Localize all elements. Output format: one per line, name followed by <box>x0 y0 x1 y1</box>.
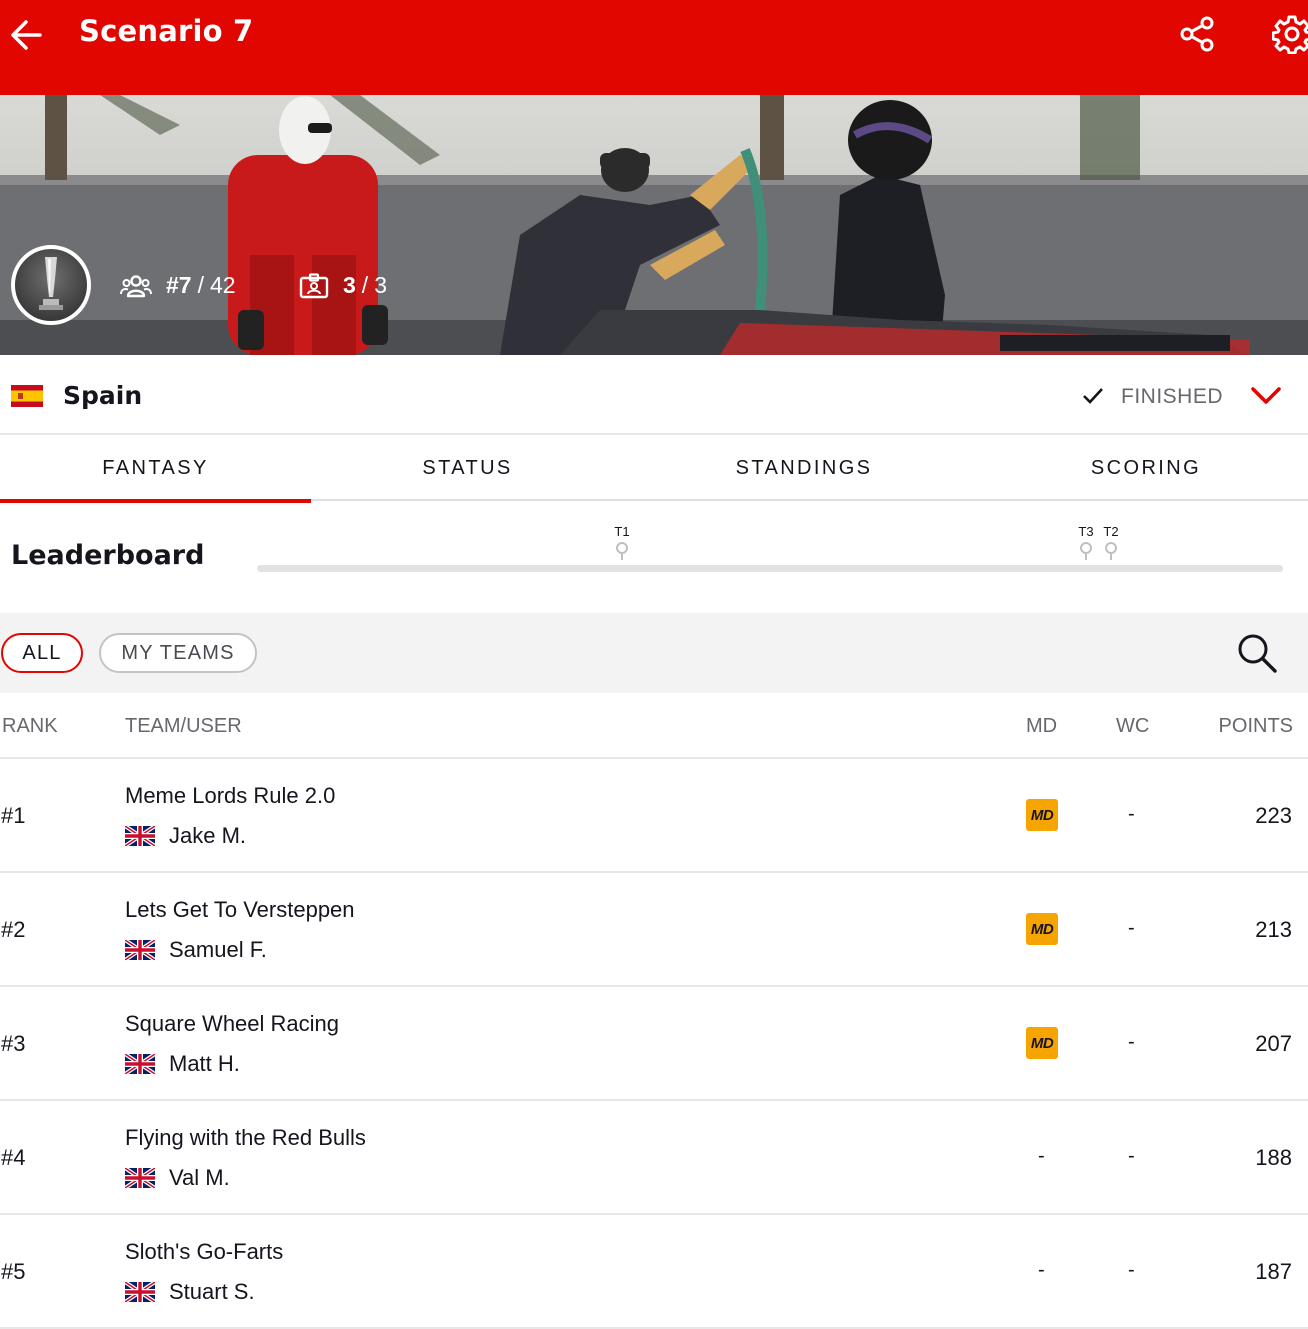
row-rank: #5 <box>1 1259 26 1284</box>
uk-flag-icon <box>125 1282 155 1302</box>
column-wc: WC <box>1116 715 1150 737</box>
row-points: 213 <box>1255 917 1292 942</box>
tab-standings[interactable]: STANDINGS <box>624 435 984 501</box>
races-total: 3 <box>374 272 387 298</box>
row-wc: - <box>1128 917 1135 939</box>
row-rank: #4 <box>1 1145 26 1170</box>
uk-flag-icon <box>125 1168 155 1188</box>
column-team: TEAM/USER <box>125 715 242 737</box>
table-row[interactable]: #1 Meme Lords Rule 2.0 Jake M. MD - 223 <box>0 759 1308 873</box>
badge-icon <box>299 272 329 298</box>
row-user: Jake M. <box>125 823 246 849</box>
row-rank: #3 <box>1 1031 26 1056</box>
mega-driver-badge: MD <box>1026 799 1058 831</box>
gear-icon[interactable] <box>1272 14 1308 54</box>
check-icon <box>1083 388 1103 404</box>
trophy-icon <box>39 257 63 310</box>
spain-flag-icon <box>11 385 43 407</box>
rank-value: #7 <box>166 272 192 298</box>
row-points: 188 <box>1255 1145 1292 1170</box>
trophy-avatar <box>11 245 91 325</box>
uk-flag-icon <box>125 1054 155 1074</box>
leaderboard-list: #1 Meme Lords Rule 2.0 Jake M. MD - 223 … <box>0 759 1308 1329</box>
leaderboard-title: Leaderboard <box>11 540 205 571</box>
marker-label: T1 <box>614 524 630 539</box>
filter-my-teams-chip[interactable]: MY TEAMS <box>99 633 257 673</box>
app-bar: Scenario 7 <box>0 0 1308 95</box>
race-selector[interactable]: Spain FINISHED <box>0 355 1308 435</box>
table-row[interactable]: #2 Lets Get To Versteppen Samuel F. MD -… <box>0 873 1308 987</box>
row-user: Stuart S. <box>125 1279 255 1305</box>
users-icon <box>120 274 152 297</box>
column-md: MD <box>1026 715 1058 737</box>
race-status: FINISHED <box>1121 385 1224 408</box>
row-user-name: Matt H. <box>169 1051 240 1076</box>
tab-bar: FANTASY STATUS STANDINGS SCORING <box>0 435 1308 503</box>
arrow-left-icon[interactable] <box>8 17 44 53</box>
hero-photo <box>0 95 1308 355</box>
row-user-name: Jake M. <box>169 823 247 848</box>
chevron-down-icon[interactable] <box>1250 385 1282 407</box>
tab-scoring[interactable]: SCORING <box>984 435 1308 501</box>
league-rank: #7 / 42 <box>120 272 236 299</box>
row-team-name: Flying with the Red Bulls <box>125 1125 366 1150</box>
hero-banner: #7 / 42 3 / 3 <box>0 95 1308 355</box>
row-user-name: Val M. <box>169 1165 230 1190</box>
row-user-name: Samuel F. <box>169 937 267 962</box>
mega-driver-badge: MD <box>1026 913 1058 945</box>
md-badge-label: MD <box>1026 913 1058 945</box>
row-wc: - <box>1128 1259 1135 1281</box>
races-done: 3 <box>343 272 356 298</box>
row-wc: - <box>1128 1145 1135 1167</box>
row-rank: #2 <box>1 917 26 942</box>
table-row[interactable]: #3 Square Wheel Racing Matt H. MD - 207 <box>0 987 1308 1101</box>
md-badge-label: MD <box>1026 799 1058 831</box>
filter-bar: ALL MY TEAMS <box>0 613 1308 693</box>
row-user: Matt H. <box>125 1051 240 1077</box>
md-badge-label: MD <box>1026 1027 1058 1059</box>
row-team-name: Lets Get To Versteppen <box>125 897 355 922</box>
column-points: POINTS <box>1218 715 1293 737</box>
tab-fantasy[interactable]: FANTASY <box>0 435 311 503</box>
rank-total: 42 <box>209 272 236 298</box>
table-row[interactable]: #4 Flying with the Red Bulls Val M. - - … <box>0 1101 1308 1215</box>
timeline-marker-t1: T1 <box>607 525 637 560</box>
row-points: 223 <box>1255 803 1292 828</box>
row-user: Samuel F. <box>125 937 267 963</box>
row-points: 187 <box>1255 1259 1292 1284</box>
row-wc: - <box>1128 1031 1135 1053</box>
row-md: - <box>1038 1259 1045 1281</box>
races-count: 3 / 3 <box>299 272 387 299</box>
column-rank: RANK <box>2 715 58 737</box>
timeline-marker-t2: T2 <box>1096 525 1126 560</box>
marker-label: T2 <box>1103 524 1119 539</box>
share-icon[interactable] <box>1178 14 1218 54</box>
table-header: RANK TEAM/USER MD WC POINTS <box>0 693 1308 759</box>
row-user: Val M. <box>125 1165 230 1191</box>
row-points: 207 <box>1255 1031 1292 1056</box>
tab-status[interactable]: STATUS <box>311 435 624 501</box>
search-icon[interactable] <box>1236 632 1278 674</box>
race-timeline-track <box>257 565 1283 572</box>
row-md: - <box>1038 1145 1045 1167</box>
mega-driver-badge: MD <box>1026 1027 1058 1059</box>
row-team-name: Square Wheel Racing <box>125 1011 340 1036</box>
row-rank: #1 <box>1 803 26 828</box>
row-team-name: Sloth's Go-Farts <box>125 1239 284 1264</box>
filter-all-chip[interactable]: ALL <box>1 633 83 673</box>
row-user-name: Stuart S. <box>169 1279 255 1304</box>
race-name: Spain <box>63 381 143 410</box>
row-team-name: Meme Lords Rule 2.0 <box>125 783 336 808</box>
page-title: Scenario 7 <box>79 14 254 48</box>
uk-flag-icon <box>125 826 155 846</box>
row-wc: - <box>1128 803 1135 825</box>
uk-flag-icon <box>125 940 155 960</box>
table-row[interactable]: #5 Sloth's Go-Farts Stuart S. - - 187 <box>0 1215 1308 1329</box>
